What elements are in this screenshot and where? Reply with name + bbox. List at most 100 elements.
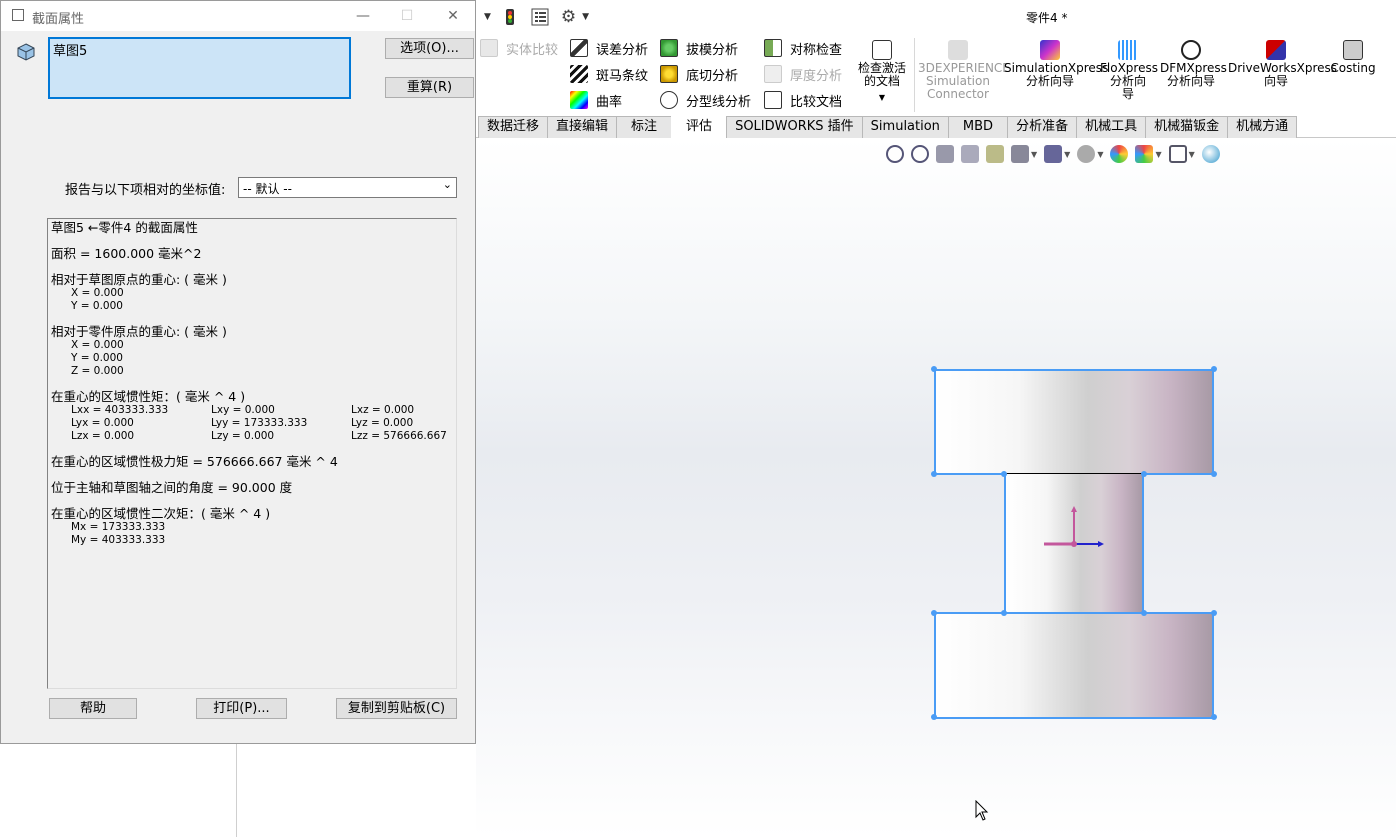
zoom-to-area-icon[interactable] (911, 145, 929, 163)
dropdown-arrow-icon[interactable]: ▼ (854, 91, 910, 104)
minimize-button[interactable]: — (349, 5, 377, 27)
inertia-lyy: Lyy = 173333.333 (211, 417, 308, 429)
compare-bodies-button[interactable]: 实体比较 (480, 37, 558, 59)
gear-icon[interactable]: ⚙ (561, 7, 576, 27)
sketch-vertex[interactable] (1001, 610, 1007, 616)
parting-line-analysis-button[interactable]: 分型线分析 (660, 89, 751, 111)
tab-simulation[interactable]: Simulation (861, 116, 949, 138)
tab-direct-editing[interactable]: 直接编辑 (547, 116, 618, 138)
inertia-lxz: Lxz = 0.000 (351, 404, 415, 416)
sketch-vertex[interactable] (931, 366, 937, 372)
apply-scene-icon[interactable] (1135, 145, 1154, 163)
selected-entities-list[interactable]: 草图5 (48, 37, 351, 99)
dropdown-arrow-icon[interactable]: ▼ (1064, 150, 1070, 159)
previous-view-icon[interactable] (936, 145, 954, 163)
report-header: 草图5 ←零件4 的截面属性 (51, 220, 198, 235)
checkmark-icon (1181, 40, 1201, 60)
options-dropdown-icon[interactable]: ▼ (582, 12, 589, 22)
centroid-part-x: X = 0.000 (71, 339, 124, 351)
driveworksxpress-button[interactable]: DriveWorksXpress 向导 (1228, 40, 1337, 88)
inertia-lyz: Lyz = 0.000 (351, 417, 414, 429)
section-properties-dialog: 截面属性 — ☐ ✕ 草图5 选项(O)... 重算(R) 报告与以下项相对的坐… (0, 0, 476, 744)
dynamic-annotation-icon[interactable] (986, 145, 1004, 163)
realview-icon[interactable] (1201, 145, 1220, 163)
close-button[interactable]: ✕ (439, 5, 467, 27)
costing-button[interactable]: Costing (1328, 40, 1378, 75)
draft-analysis-button[interactable]: 拔模分析 (660, 37, 738, 59)
dropdown-arrow-icon[interactable]: ▼ (484, 12, 491, 22)
sketch-vertex[interactable] (1211, 610, 1217, 616)
tab-mbd[interactable]: MBD (947, 116, 1009, 138)
tab-sheet-metal[interactable]: 机械猫钣金 (1145, 116, 1229, 138)
curvature-icon (570, 91, 588, 109)
sketch-vertex[interactable] (1211, 366, 1217, 372)
sketch-vertex[interactable] (1141, 471, 1147, 477)
tab-analysis-preparation[interactable]: 分析准备 (1007, 116, 1078, 138)
edit-appearance-icon[interactable] (1110, 145, 1129, 163)
dialog-title-bar: 截面属性 — ☐ ✕ (1, 1, 475, 31)
dfmxpress-button[interactable]: DFMXpress 分析向导 (1160, 40, 1227, 88)
inertia-lzy: Lzy = 0.000 (211, 430, 275, 442)
undercut-analysis-icon (660, 65, 678, 83)
maximize-button[interactable]: ☐ (393, 5, 421, 27)
graphics-area[interactable]: ▼ ▼ ▼ ▼ ▼ (476, 138, 1396, 837)
options-button[interactable]: 选项(O)... (385, 38, 474, 59)
deviation-analysis-button[interactable]: 误差分析 (570, 37, 648, 59)
simulation-connector-icon (948, 40, 968, 60)
recalculate-button[interactable]: 重算(R) (385, 77, 474, 98)
thickness-analysis-button[interactable]: 厚度分析 (764, 63, 842, 85)
centroid-sketch-title: 相对于草图原点的重心: ( 毫米 ) (51, 272, 227, 287)
simulationxpress-button[interactable]: SimulationXpress 分析向导 (1004, 40, 1108, 88)
selected-entity[interactable]: 草图5 (53, 44, 87, 59)
sketch-vertex[interactable] (1001, 471, 1007, 477)
tab-data-migration[interactable]: 数据迁移 (478, 116, 549, 138)
help-button[interactable]: 帮助 (49, 698, 137, 719)
sketch-vertex[interactable] (1141, 610, 1147, 616)
tab-evaluate[interactable]: 评估 (671, 116, 728, 138)
coordinate-system-label: 报告与以下项相对的坐标值: (65, 183, 226, 198)
zoom-to-fit-icon[interactable] (886, 145, 904, 163)
compare-documents-button[interactable]: 比较文档 (764, 89, 842, 111)
part-bottom-flange[interactable] (934, 612, 1214, 719)
simulationxpress-icon (1040, 40, 1060, 60)
sketch-vertex[interactable] (1211, 471, 1217, 477)
check-active-document-button[interactable]: 检查激活 的文档 ▼ (854, 40, 910, 104)
print-button[interactable]: 打印(P)... (196, 698, 287, 719)
curvature-button[interactable]: 曲率 (570, 89, 622, 111)
dropdown-arrow-icon[interactable]: ▼ (1097, 150, 1103, 159)
floxpress-icon (1118, 40, 1138, 60)
rebuild-traffic-light-icon[interactable] (503, 8, 517, 26)
tab-mechanical-tools[interactable]: 机械工具 (1076, 116, 1147, 138)
view-orientation-icon[interactable] (1011, 145, 1029, 163)
sketch-vertex[interactable] (931, 714, 937, 720)
section-properties-report: 草图5 ←零件4 的截面属性 面积 = 1600.000 毫米^2 相对于草图原… (47, 218, 457, 689)
dialog-title: 截面属性 (32, 12, 85, 27)
part-top-flange[interactable] (934, 369, 1214, 475)
centroid-axis-triad (1044, 506, 1104, 547)
file-properties-icon[interactable] (531, 8, 549, 26)
dropdown-arrow-icon[interactable]: ▼ (1155, 150, 1161, 159)
dropdown-arrow-icon[interactable]: ▼ (1189, 150, 1195, 159)
inertia-title: 在重心的区域惯性矩：( 毫米 ^ 4 ) (51, 389, 246, 404)
display-style-icon[interactable] (1044, 145, 1063, 163)
tab-square-tube[interactable]: 机械方通 (1227, 116, 1298, 138)
section-view-icon[interactable] (961, 145, 979, 163)
inertia-lxy: Lxy = 0.000 (211, 404, 275, 416)
dropdown-arrow-icon[interactable]: ▼ (1031, 150, 1037, 159)
sketch-vertex[interactable] (931, 471, 937, 477)
copy-to-clipboard-button[interactable]: 复制到剪贴板(C) (336, 698, 457, 719)
undercut-analysis-button[interactable]: 底切分析 (660, 63, 738, 85)
zebra-stripes-button[interactable]: 斑马条纹 (570, 63, 648, 85)
view-settings-icon[interactable] (1168, 145, 1187, 163)
floxpress-button[interactable]: FloXpress 分析向 导 (1100, 40, 1158, 101)
hide-show-items-icon[interactable] (1077, 145, 1096, 163)
3dexperience-connector-button[interactable]: 3DEXPERIENCE Simulation Connector (918, 40, 1010, 101)
sketch-vertex[interactable] (931, 610, 937, 616)
tab-solidworks-addins[interactable]: SOLIDWORKS 插件 (726, 116, 863, 138)
tab-markup[interactable]: 标注 (616, 116, 673, 138)
coordinate-system-select[interactable]: -- 默认 -- ⌄ (238, 177, 457, 198)
document-title: 零件4 * (1026, 11, 1068, 25)
sketch-vertex[interactable] (1211, 714, 1217, 720)
symmetry-check-button[interactable]: 对称检查 (764, 37, 842, 59)
second-moment-mx: Mx = 173333.333 (71, 521, 166, 533)
